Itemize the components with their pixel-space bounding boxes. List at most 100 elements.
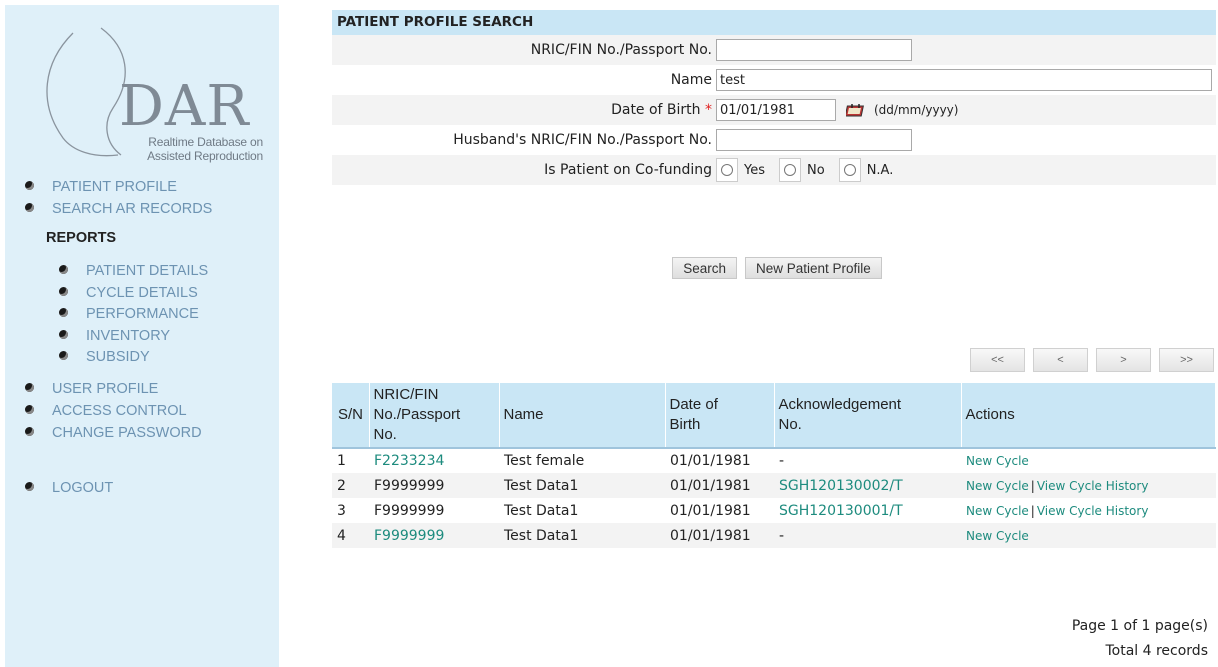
bullet-icon xyxy=(59,264,68,274)
table-header-row: S/N NRIC/FIN No./Passport No. Name Date … xyxy=(332,383,1216,449)
sidebar-item-inventory[interactable]: INVENTORY xyxy=(59,326,170,346)
col-header-sn: S/N xyxy=(332,383,370,449)
sidebar-item-label: ACCESS CONTROL xyxy=(52,403,187,419)
cofunding-na-radio[interactable] xyxy=(838,158,861,182)
col-header-name: Name xyxy=(499,383,666,449)
total-records: Total 4 records xyxy=(1105,643,1208,659)
cofunding-label: Is Patient on Co-funding xyxy=(544,162,712,178)
husband-nric-row: Husband's NRIC/FIN No./Passport No. xyxy=(332,125,1216,155)
search-panel-title: PATIENT PROFILE SEARCH xyxy=(332,10,1216,35)
bullet-icon xyxy=(25,481,34,491)
new-cycle-link[interactable]: New Cycle xyxy=(966,529,1029,543)
action-separator: | xyxy=(1030,478,1035,493)
last-page-button[interactable]: >> xyxy=(1159,348,1214,372)
sidebar-item-label: PATIENT PROFILE xyxy=(52,179,177,195)
sidebar-item-logout[interactable]: LOGOUT xyxy=(25,478,113,498)
sidebar-item-access-control[interactable]: ACCESS CONTROL xyxy=(25,401,187,421)
cell-actions: New Cycle xyxy=(961,448,1216,473)
bullet-icon xyxy=(25,202,34,212)
cell-ack: - xyxy=(774,523,961,548)
cell-dob: 01/01/1981 xyxy=(670,453,751,469)
col-header-nric: NRIC/FIN No./Passport No. xyxy=(369,383,500,449)
sidebar-item-search-ar-records[interactable]: SEARCH AR RECORDS xyxy=(25,199,212,219)
bullet-icon xyxy=(25,426,34,436)
cell-name: Test female xyxy=(504,453,585,469)
cell-nric-link[interactable]: F9999999 xyxy=(369,523,499,548)
cell-actions: New Cycle xyxy=(961,523,1216,548)
sidebar-item-label: SUBSIDY xyxy=(86,349,150,365)
col-header-nric-line1: NRIC/FIN xyxy=(373,386,439,403)
husband-nric-input[interactable] xyxy=(716,129,912,151)
col-header-ack-line2: No. xyxy=(778,416,802,433)
cell-nric: F9999999 xyxy=(369,473,499,498)
view-cycle-history-link[interactable]: View Cycle History xyxy=(1037,504,1149,518)
cell-ack-link[interactable]: SGH120130002/T xyxy=(774,473,961,498)
cofunding-yes-radio[interactable] xyxy=(716,158,738,182)
bullet-icon xyxy=(25,404,34,414)
sidebar-item-performance[interactable]: PERFORMANCE xyxy=(59,304,199,324)
results-footer: Page 1 of 1 page(s) Total 4 records xyxy=(1072,614,1208,664)
name-input[interactable] xyxy=(716,69,1212,91)
col-header-nric-line3: No. xyxy=(373,426,397,443)
results-table: S/N NRIC/FIN No./Passport No. Name Date … xyxy=(332,383,1216,548)
new-cycle-link[interactable]: New Cycle xyxy=(966,454,1029,468)
dob-input[interactable] xyxy=(716,99,836,121)
cell-actions: New Cycle | View Cycle History xyxy=(961,498,1216,523)
logo-tagline-line1: Realtime Database on xyxy=(148,135,263,149)
nric-row: NRIC/FIN No./Passport No. xyxy=(332,35,1216,65)
logo-tagline-line2: Assisted Reproduction xyxy=(147,149,263,163)
radio-circle-icon xyxy=(843,164,856,176)
bullet-icon xyxy=(59,286,68,296)
cell-name: Test Data1 xyxy=(499,523,665,548)
logo-wordmark: DAR xyxy=(119,74,250,139)
sidebar-item-patient-profile[interactable]: PATIENT PROFILE xyxy=(25,177,177,197)
cofunding-row: Is Patient on Co-funding Yes No N.A. xyxy=(332,155,1216,185)
dar-logo: DAR Realtime Database on Assisted Reprod… xyxy=(33,23,263,173)
new-patient-profile-button[interactable]: New Patient Profile xyxy=(744,257,882,279)
next-page-button[interactable]: > xyxy=(1096,348,1151,372)
sidebar-item-label: SEARCH AR RECORDS xyxy=(52,201,213,217)
new-cycle-link[interactable]: New Cycle xyxy=(966,504,1029,518)
cell-dob: 01/01/1981 xyxy=(665,473,774,498)
reports-section-header: REPORTS xyxy=(46,230,117,246)
form-buttons: Search New Patient Profile xyxy=(332,257,1216,279)
cell-actions: New Cycle | View Cycle History xyxy=(961,473,1216,498)
col-header-nric-line2: No./Passport xyxy=(373,406,461,423)
col-header-dob-line1: Date of xyxy=(669,396,718,413)
cell-nric-link[interactable]: F2233234 xyxy=(369,448,499,473)
nric-input[interactable] xyxy=(716,39,912,61)
action-separator: | xyxy=(1030,503,1035,518)
nric-label: NRIC/FIN No./Passport No. xyxy=(530,42,712,58)
dob-label: Date of Birth xyxy=(611,102,701,118)
table-row: 3 F9999999 Test Data1 01/01/1981 SGH1201… xyxy=(332,498,1216,523)
cofunding-no-radio[interactable] xyxy=(779,158,801,182)
col-header-dob-line2: Birth xyxy=(669,416,701,433)
table-row: 1 F2233234 Test female 01/01/1981 - New … xyxy=(332,448,1216,473)
view-cycle-history-link[interactable]: View Cycle History xyxy=(1037,479,1149,493)
cofunding-no-label: No xyxy=(807,162,825,178)
pagination: << < > >> xyxy=(970,348,1214,372)
new-cycle-link[interactable]: New Cycle xyxy=(966,479,1029,493)
sidebar-item-label: PATIENT DETAILS xyxy=(86,263,209,279)
radio-circle-icon xyxy=(721,164,733,176)
sidebar-item-label: CYCLE DETAILS xyxy=(86,285,198,301)
name-row: Name xyxy=(332,65,1216,95)
sidebar: DAR Realtime Database on Assisted Reprod… xyxy=(5,5,279,667)
sidebar-item-change-password[interactable]: CHANGE PASSWORD xyxy=(25,423,202,443)
required-marker: * xyxy=(705,102,712,118)
sidebar-item-user-profile[interactable]: USER PROFILE xyxy=(25,379,158,399)
prev-page-button[interactable]: < xyxy=(1033,348,1088,372)
sidebar-item-subsidy[interactable]: SUBSIDY xyxy=(59,347,150,367)
bullet-icon xyxy=(59,329,68,339)
cell-ack: - xyxy=(779,453,785,469)
cell-sn: 2 xyxy=(332,473,369,498)
page-info: Page 1 of 1 page(s) xyxy=(1071,618,1208,634)
search-button[interactable]: Search xyxy=(672,257,737,279)
sidebar-item-cycle-details[interactable]: CYCLE DETAILS xyxy=(59,283,198,303)
sidebar-item-patient-details[interactable]: PATIENT DETAILS xyxy=(59,261,208,281)
sidebar-item-label: PERFORMANCE xyxy=(86,306,199,322)
sidebar-item-label: CHANGE PASSWORD xyxy=(52,425,202,441)
first-page-button[interactable]: << xyxy=(970,348,1025,372)
calendar-icon[interactable] xyxy=(844,103,868,117)
cell-ack-link[interactable]: SGH120130001/T xyxy=(774,498,961,523)
